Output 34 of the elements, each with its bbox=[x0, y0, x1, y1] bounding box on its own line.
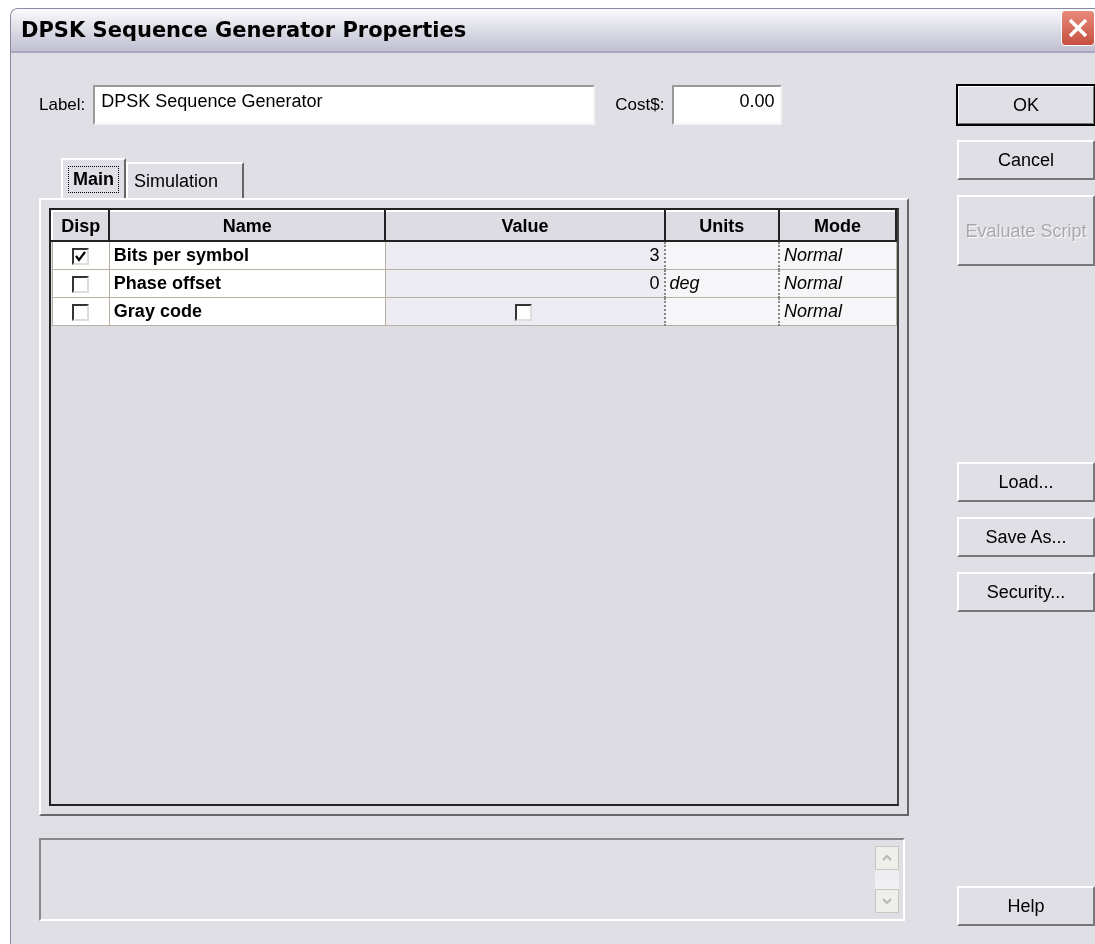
dialog-button[interactable]: OK bbox=[957, 85, 1095, 125]
table-cell: Gray code bbox=[109, 297, 386, 326]
table-cell[interactable]: Normal bbox=[778, 241, 896, 270]
table-cell: Phase offset bbox=[109, 269, 386, 298]
field-label: Cost$: bbox=[615, 95, 665, 115]
table-cell[interactable]: Normal bbox=[778, 269, 896, 298]
column-header[interactable]: Mode bbox=[778, 211, 896, 241]
dialog-button[interactable]: Security... bbox=[957, 572, 1095, 612]
text-field[interactable]: 0.00 bbox=[672, 85, 783, 125]
table-cell: Bits per symbol bbox=[109, 241, 386, 270]
checkbox[interactable] bbox=[72, 275, 90, 293]
close-button[interactable] bbox=[1061, 10, 1095, 46]
checkbox[interactable] bbox=[514, 303, 532, 321]
dialog-button[interactable]: Save As... bbox=[957, 517, 1095, 557]
column-header[interactable]: Units bbox=[664, 211, 779, 241]
tab[interactable]: Main bbox=[61, 158, 126, 198]
table-cell[interactable]: Normal bbox=[778, 297, 896, 326]
window-title: DPSK Sequence Generator Properties bbox=[21, 18, 467, 42]
table-cell[interactable]: 0 bbox=[385, 269, 665, 298]
table-cell[interactable]: deg bbox=[664, 269, 779, 298]
dialog-button[interactable]: Load... bbox=[957, 462, 1095, 502]
field-label: Label: bbox=[39, 95, 86, 115]
dialog-button[interactable]: Cancel bbox=[957, 140, 1095, 180]
text-field[interactable]: DPSK Sequence Generator bbox=[93, 85, 596, 125]
column-header[interactable]: Value bbox=[385, 211, 665, 241]
close-icon bbox=[1067, 17, 1089, 39]
column-header[interactable]: Disp bbox=[52, 211, 110, 241]
tab[interactable]: Simulation bbox=[126, 162, 245, 198]
chevron-down-icon bbox=[881, 895, 893, 907]
column-header[interactable]: Name bbox=[109, 211, 386, 241]
table-cell[interactable]: 3 bbox=[385, 241, 665, 270]
dialog-button[interactable]: Help bbox=[957, 886, 1095, 926]
checkbox[interactable] bbox=[72, 247, 90, 265]
checkbox[interactable] bbox=[72, 303, 90, 321]
